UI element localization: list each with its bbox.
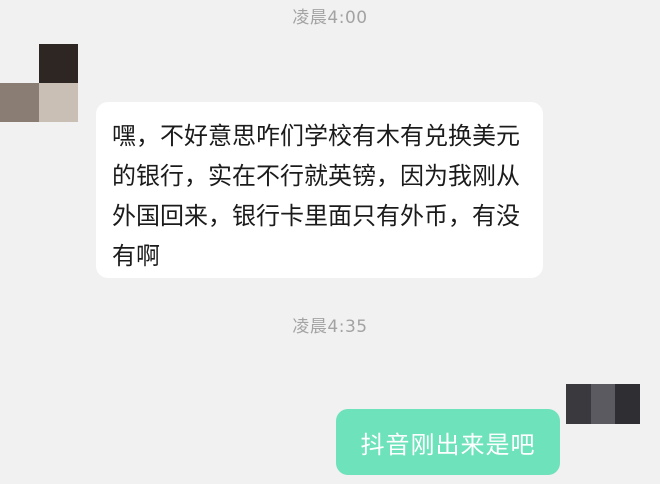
self-avatar[interactable] xyxy=(566,384,640,424)
avatar-pixel xyxy=(615,384,640,424)
outgoing-message-text: 抖音刚出来是吧 xyxy=(360,430,536,459)
incoming-message-text: 嘿，不好意思咋们学校有木有兑换美元的银行，实在不行就英镑，因为我刚从外国回来，银… xyxy=(112,122,520,270)
avatar-pixel xyxy=(39,83,78,122)
avatar-pixel xyxy=(566,384,591,424)
avatar-pixel xyxy=(590,384,616,424)
outgoing-message-bubble[interactable]: 抖音刚出来是吧 xyxy=(336,409,560,475)
timestamp: 凌晨4:00 xyxy=(292,8,368,28)
sender-avatar[interactable] xyxy=(0,44,78,122)
timestamp: 凌晨4:35 xyxy=(292,317,368,337)
avatar-pixel xyxy=(0,83,39,122)
avatar-pixel xyxy=(0,44,39,83)
incoming-message-bubble[interactable]: 嘿，不好意思咋们学校有木有兑换美元的银行，实在不行就英镑，因为我刚从外国回来，银… xyxy=(96,102,543,278)
avatar-pixel xyxy=(39,44,78,83)
